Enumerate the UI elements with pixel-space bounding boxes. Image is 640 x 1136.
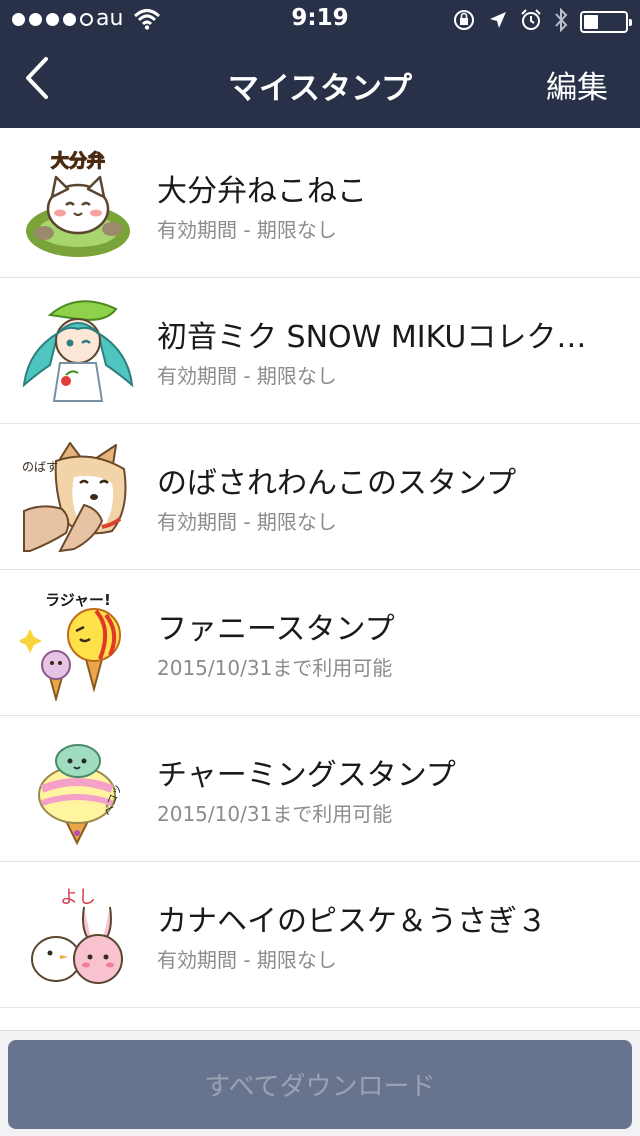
sticker-caption: 大分弁 xyxy=(51,150,105,172)
piske-usagi-sticker: よし xyxy=(31,887,123,984)
navigation-bar: au 9:19 マイスタンプ 編集 xyxy=(0,0,640,128)
sticker-name: カナヘイのピスケ＆うさぎ３ xyxy=(157,904,547,939)
sticker-validity: 2015/10/31まで利用可能 xyxy=(157,802,393,826)
stretched-dog-sticker: のばす xyxy=(22,442,127,553)
sticker-item[interactable]: よし カナヘイのピスケ＆うさぎ３ 有効期間 - 期限なし xyxy=(0,862,640,1008)
location-arrow-icon xyxy=(488,10,508,34)
sticker-caption: のばす xyxy=(22,460,58,474)
battery-level xyxy=(584,15,598,29)
edit-button[interactable]: 編集 xyxy=(546,62,608,107)
rotation-lock-icon xyxy=(452,8,476,36)
sticker-caption: ラジャー! xyxy=(45,591,111,609)
sticker-validity: 有効期間 - 期限なし xyxy=(157,218,337,242)
download-all-button[interactable]: すべてダウンロード xyxy=(8,1040,632,1129)
sticker-item[interactable]: ラジャー! ファニースタンプ 2015/10/31まで利用可能 xyxy=(0,570,640,716)
sticker-validity: 有効期間 - 期限なし xyxy=(157,364,337,388)
sticker-name: チャーミングスタンプ xyxy=(157,758,456,793)
snow-miku-sticker xyxy=(22,300,134,402)
cat-onsen-sticker: 大分弁 xyxy=(26,149,130,257)
sticker-name: ファニースタンプ xyxy=(157,612,395,647)
page-title: マイスタンプ xyxy=(227,71,413,107)
sticker-item[interactable]: 大分弁 大分弁ねこねこ 有効期間 - 期限なし xyxy=(0,132,640,278)
sticker-name: 初音ミク SNOW MIKUコレクション xyxy=(157,320,597,355)
sticker-caption: よし xyxy=(60,887,96,908)
sticker-validity: 有効期間 - 期限なし xyxy=(157,948,337,972)
charming-icecream-sticker: ペコッ xyxy=(38,744,124,846)
sticker-validity: 2015/10/31まで利用可能 xyxy=(157,656,393,680)
battery-icon xyxy=(580,11,632,33)
footer-bar: すべてダウンロード xyxy=(0,1030,640,1136)
status-bar: au 9:19 xyxy=(0,0,640,40)
alarm-icon xyxy=(520,9,542,35)
sticker-item[interactable]: ペコッ チャーミングスタンプ 2015/10/31まで利用可能 xyxy=(0,716,640,862)
sticker-name: 大分弁ねこねこ xyxy=(157,174,367,209)
sticker-list: 大分弁 大分弁ねこねこ 有効期間 - 期限なし 初音ミク SNOW MIKUコレ… xyxy=(0,132,640,1008)
sticker-item[interactable]: 初音ミク SNOW MIKUコレクション 有効期間 - 期限なし xyxy=(0,278,640,424)
sticker-validity: 有効期間 - 期限なし xyxy=(157,510,337,534)
bluetooth-icon xyxy=(554,7,568,36)
sticker-name: のばされわんこのスタンプ xyxy=(157,466,517,501)
sticker-item[interactable]: のばす のばされわんこのスタンプ 有効期間 - 期限なし xyxy=(0,424,640,570)
funny-icecream-sticker: ラジャー! xyxy=(20,591,121,701)
